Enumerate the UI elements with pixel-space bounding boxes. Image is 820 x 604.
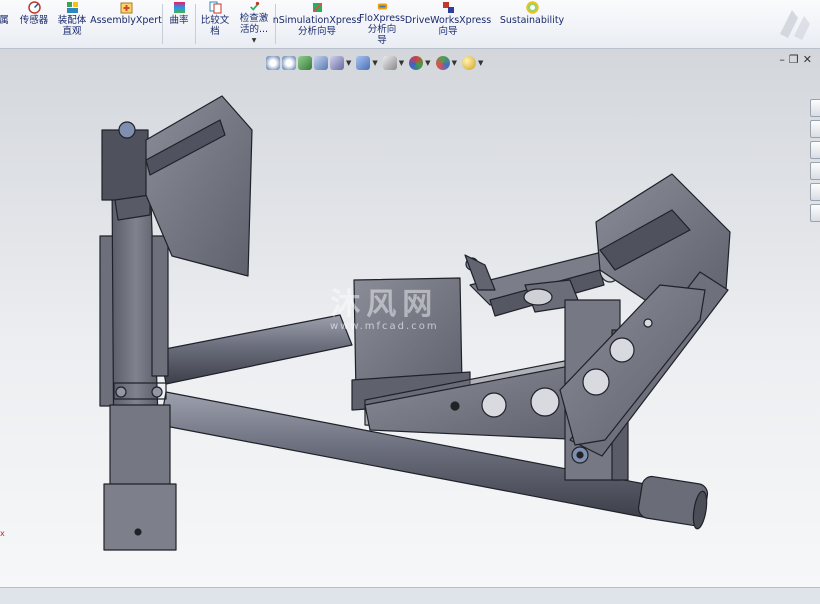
ribbon-separator	[195, 4, 196, 44]
left-foot-block	[103, 483, 177, 551]
tool-label: 传感器	[19, 15, 49, 26]
tool-label: FloXpress 分析向 导	[359, 13, 405, 46]
curvature-tool[interactable]: 曲率	[166, 0, 192, 46]
command-manager-ribbon: 属 传感器 装配体 直观 AssemblyXpert 曲率 比较文 档 检查激 …	[0, 0, 820, 49]
upper-crossbar-tube	[159, 314, 353, 385]
sensor-icon	[27, 1, 41, 14]
tool-label: DriveWorksXpress 向导	[404, 15, 492, 37]
ribbon-separator	[162, 4, 163, 44]
driveworksxpress-tool[interactable]: DriveWorksXpress 向导	[404, 0, 492, 46]
tool-label: 比较文 档	[200, 15, 230, 37]
driveworksxpress-icon	[442, 2, 454, 13]
assembly-visualization-icon	[66, 2, 78, 13]
solidworks-logo-icon	[780, 10, 810, 40]
check-active-tool[interactable]: 检查激 活的... ▼	[236, 0, 272, 46]
3d-model-view[interactable]	[0, 49, 820, 587]
sustainability-icon	[525, 1, 539, 14]
chevron-down-icon: ▼	[251, 37, 257, 44]
tool-label: 检查激 活的...	[239, 13, 269, 35]
sustainability-tool[interactable]: Sustainability	[500, 0, 564, 46]
simulationxpress-icon	[312, 3, 322, 12]
left-column-lower	[109, 404, 171, 486]
tool-label: 属	[0, 15, 9, 26]
status-bar	[0, 587, 820, 604]
tool-label: 曲率	[169, 15, 189, 26]
graphics-area[interactable]: ▼ ▼ ▼ ▼ ▼ ▼ – ❐ ✕ 沐风网 www.mfcad.com x	[0, 49, 820, 587]
sensor-tool[interactable]: 传感器	[16, 0, 52, 46]
tool-label: Sustainability	[499, 15, 565, 26]
assemblyxpert-icon	[120, 2, 132, 14]
curvature-icon	[173, 2, 185, 13]
tool-label: 装配体 直观	[57, 15, 87, 37]
origin-axis-label: x	[0, 529, 5, 538]
properties-tool[interactable]: 属	[0, 0, 12, 46]
floxpress-tool[interactable]: FloXpress 分析向 导	[358, 0, 406, 46]
tool-label: nSimulationXpress 分析向导	[272, 15, 362, 37]
assembly-visualization-tool[interactable]: 装配体 直观	[54, 0, 90, 46]
left-top-clamp	[101, 129, 149, 201]
check-active-icon	[249, 1, 259, 11]
tool-label: AssemblyXpert	[90, 15, 162, 26]
simulationxpress-tool[interactable]: nSimulationXpress 分析向导	[273, 0, 361, 46]
floxpress-icon	[377, 3, 387, 10]
compare-documents-icon	[209, 1, 221, 14]
compare-documents-tool[interactable]: 比较文 档	[198, 0, 232, 46]
assemblyxpert-tool[interactable]: AssemblyXpert	[90, 0, 162, 46]
